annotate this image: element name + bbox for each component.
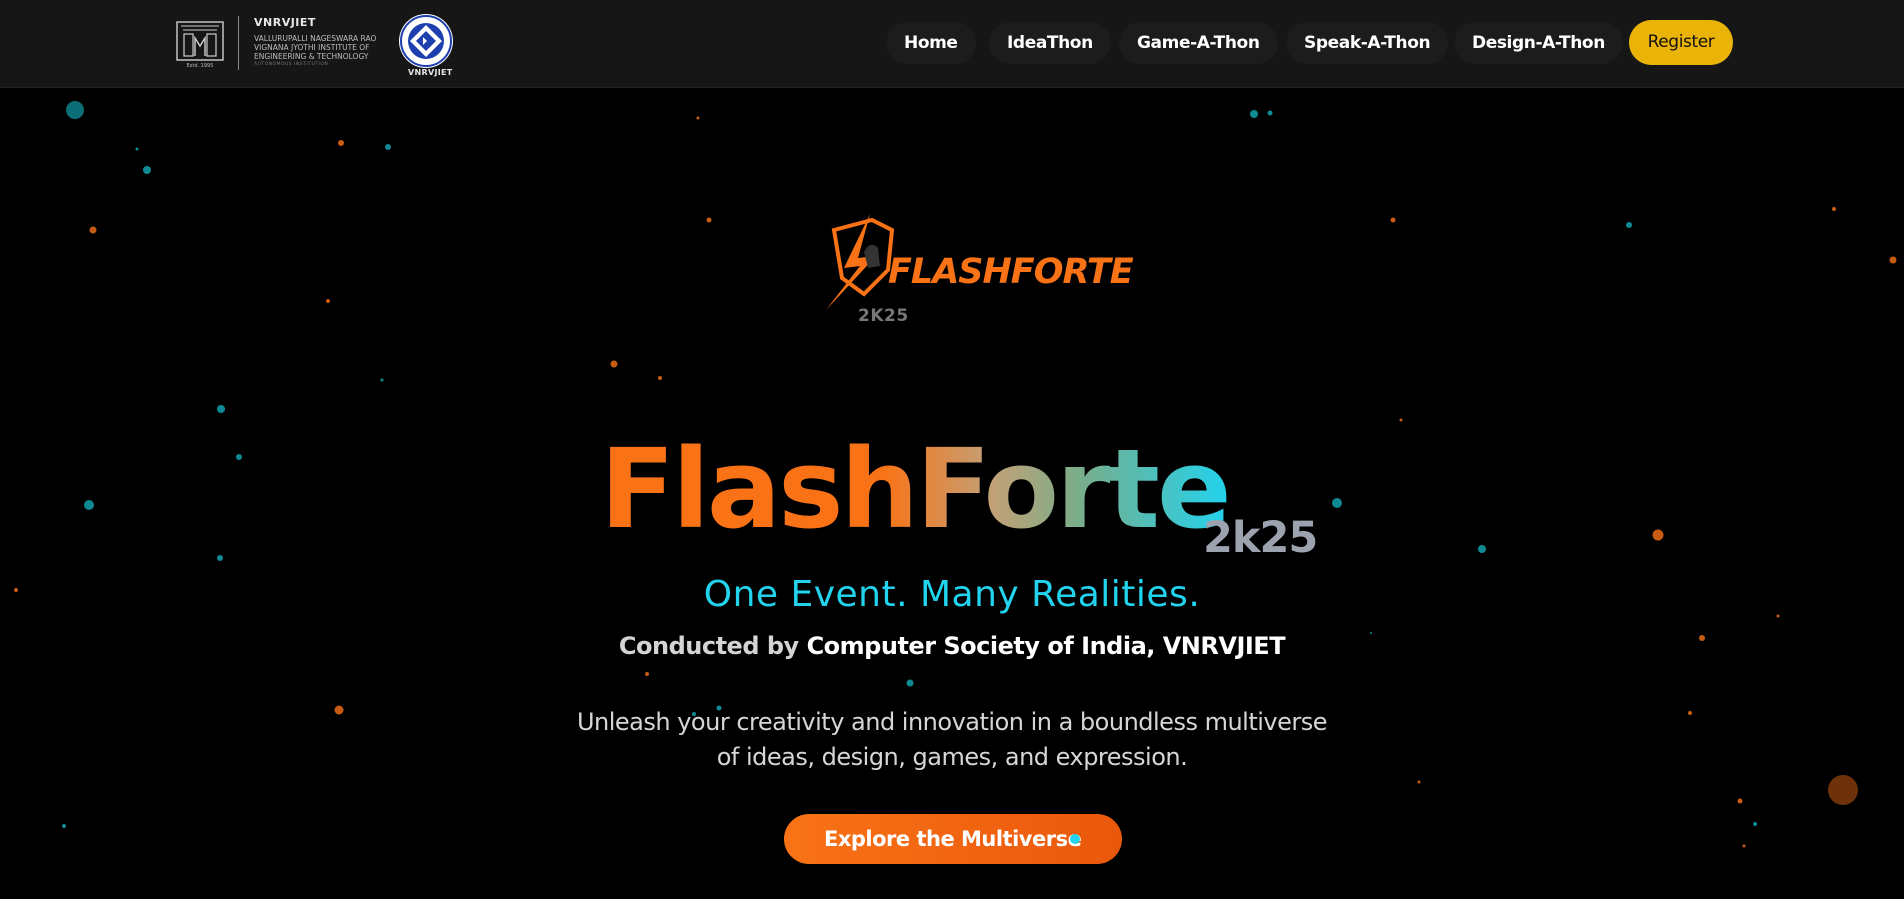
top-navbar: Estd. 1995 VNRVJIET Vallurupalli Nageswa… [0, 0, 1904, 88]
svg-text:Estd. 1995: Estd. 1995 [187, 63, 214, 68]
flashforte-logo: FLASHFORTE 2K25 [820, 208, 1134, 328]
description-line-1: Unleash your creativity and innovation i… [576, 708, 1328, 736]
register-button[interactable]: Register [1629, 20, 1733, 65]
college-logo-icon: Estd. 1995 [176, 21, 224, 68]
csi-logo-icon [399, 14, 453, 68]
conducted-by: Conducted by Computer Society of India, … [0, 632, 1904, 660]
nav-link-game-a-thon[interactable]: Game-A-Thon [1119, 22, 1278, 64]
brand-divider [238, 16, 239, 70]
hero-title: FlashForte [600, 425, 1232, 553]
college-full-name: Vallurupalli Nageswara Rao Vignana Jyoth… [254, 34, 377, 61]
hero-description: Unleash your creativity and innovation i… [552, 705, 1352, 775]
explore-multiverse-button[interactable]: Explore the Multiverse [784, 814, 1122, 864]
college-short-name: VNRVJIET [254, 16, 316, 29]
logo-year: 2K25 [858, 306, 909, 326]
nav-link-speak-a-thon[interactable]: Speak-A-Thon [1286, 22, 1449, 64]
nav-link-ideathon[interactable]: IdeaThon [989, 22, 1111, 64]
college-tagline: Autonomous Institution [254, 62, 329, 67]
cta-dot-icon [1070, 834, 1080, 844]
logo-wordmark: FLASHFORTE [888, 252, 1134, 292]
conducted-org: Computer Society of India, VNRVJIET [806, 632, 1286, 660]
csi-caption: VNRVJIET [408, 68, 453, 77]
description-line-2: of ideas, design, games, and expression. [716, 743, 1188, 771]
cta-label: Explore the Multiverse [824, 827, 1082, 851]
conducted-prefix: Conducted by [618, 632, 807, 660]
hero-tagline: One Event. Many Realities. [703, 574, 1201, 615]
hero-year: 2k25 [1203, 513, 1318, 563]
nav-link-home[interactable]: Home [886, 22, 976, 64]
nav-link-design-a-thon[interactable]: Design-A-Thon [1454, 22, 1623, 64]
